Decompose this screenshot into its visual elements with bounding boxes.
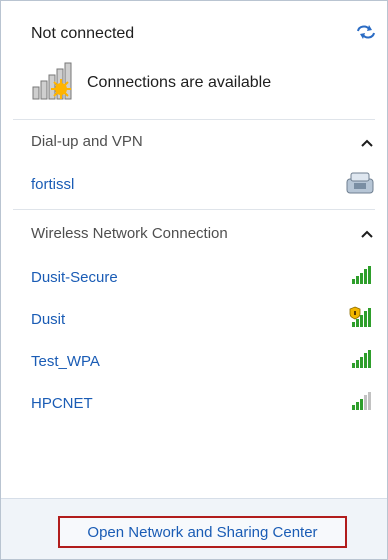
section-dialup-vpn: Dial-up and VPN [31, 133, 143, 150]
signal-strength-icon [352, 392, 371, 410]
status-title: Not connected [31, 25, 135, 42]
network-item-hpcnet[interactable]: HPCNET [31, 395, 93, 412]
connection-status: Not connected Connections are available [1, 1, 387, 119]
section-wireless: Wireless Network Connection [31, 225, 228, 242]
signal-strength-icon [352, 350, 371, 368]
connections-available-text: Connections are available [87, 74, 272, 91]
footer: Open Network and Sharing Center [1, 498, 387, 559]
shield-signal-icon [349, 306, 371, 327]
network-flyout: Not connected Connections are available … [0, 0, 388, 560]
network-item-fortissl[interactable]: fortissl [31, 176, 74, 193]
chevron-up-icon[interactable] [361, 139, 373, 147]
signal-available-icon [32, 62, 72, 100]
open-network-sharing-center-link[interactable]: Open Network and Sharing Center [58, 516, 347, 548]
network-item-dusit-secure[interactable]: Dusit-Secure [31, 269, 118, 286]
refresh-icon[interactable] [355, 23, 377, 41]
signal-strength-icon [352, 266, 371, 284]
vpn-phone-icon [346, 172, 374, 194]
divider [13, 119, 375, 120]
network-item-dusit[interactable]: Dusit [31, 311, 65, 328]
divider [13, 209, 375, 210]
network-item-test-wpa[interactable]: Test_WPA [31, 353, 100, 370]
chevron-up-icon[interactable] [361, 230, 373, 238]
